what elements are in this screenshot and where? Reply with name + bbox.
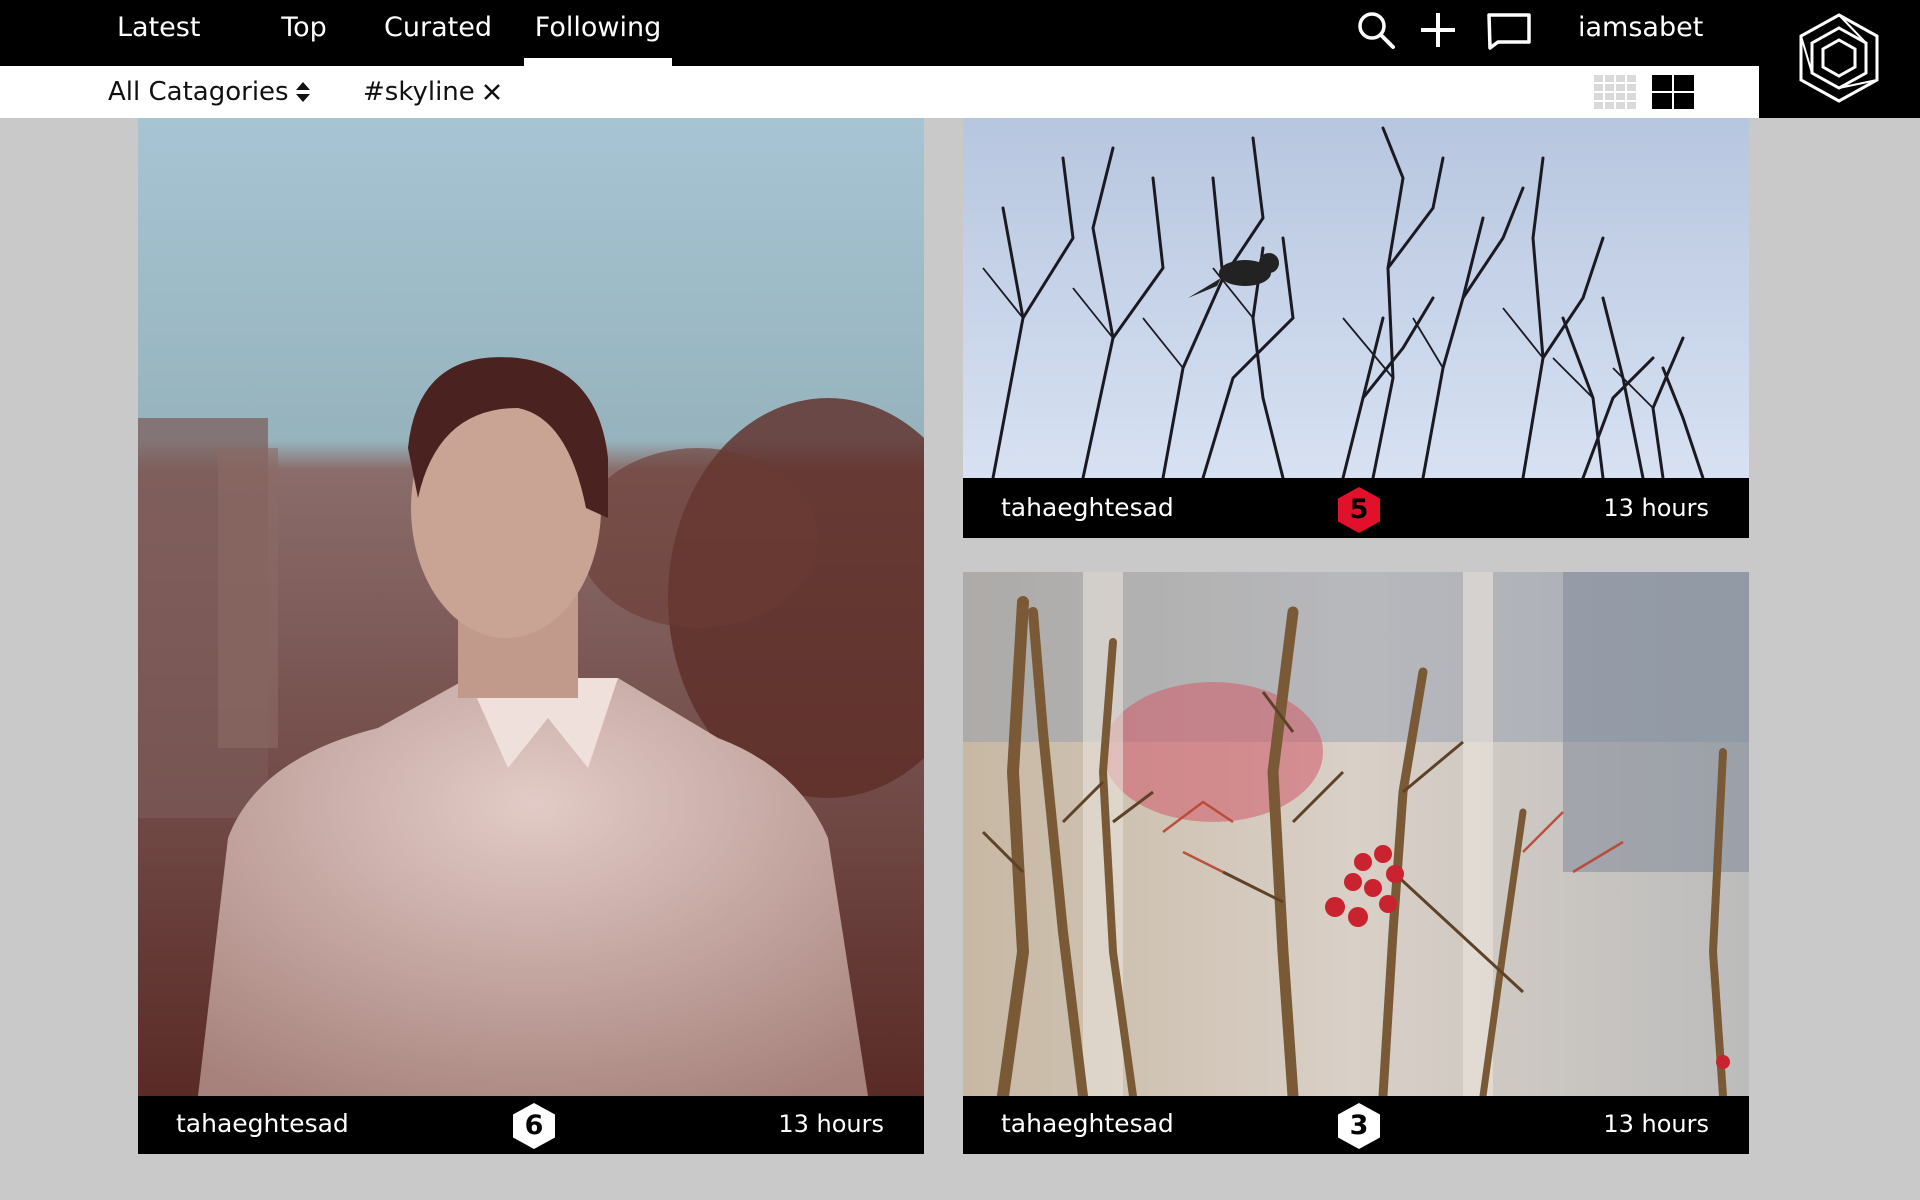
category-select-label: All Catagories <box>108 77 289 107</box>
rating-badge-value: 3 <box>1349 1110 1369 1141</box>
post-card[interactable]: tahaeghtesad 5 13 hours <box>963 118 1749 538</box>
rating-badge[interactable]: 3 <box>1336 1102 1382 1150</box>
post-time: 13 hours <box>1603 1110 1709 1138</box>
message-icon[interactable] <box>1486 10 1531 50</box>
post-card[interactable]: tahaeghtesad 6 13 hours <box>138 118 924 1154</box>
rating-badge[interactable]: 6 <box>511 1102 557 1150</box>
post-image[interactable] <box>963 572 1749 1096</box>
username-link[interactable]: iamsabet <box>1578 0 1703 56</box>
rating-badge-value: 6 <box>524 1110 544 1141</box>
tag-filter-label: #skyline <box>363 77 475 107</box>
post-footer: tahaeghtesad 6 13 hours <box>138 1096 924 1154</box>
post-time: 13 hours <box>1603 494 1709 522</box>
post-time: 13 hours <box>778 1110 884 1138</box>
grid-large-icon[interactable] <box>1652 75 1694 109</box>
sort-arrows-icon <box>295 82 310 102</box>
search-icon[interactable] <box>1356 10 1396 50</box>
tab-latest[interactable]: Latest <box>117 0 200 66</box>
close-icon[interactable] <box>483 83 501 101</box>
tab-curated[interactable]: Curated <box>381 0 495 66</box>
logo-container[interactable] <box>1759 0 1920 118</box>
rating-badge[interactable]: 5 <box>1336 486 1382 534</box>
grid-small-icon[interactable] <box>1594 75 1636 109</box>
post-author[interactable]: tahaeghtesad <box>1001 1096 1174 1152</box>
plus-icon[interactable] <box>1418 10 1458 50</box>
post-image[interactable] <box>138 118 924 1096</box>
category-select[interactable]: All Catagories <box>108 66 311 118</box>
tab-following[interactable]: Following <box>524 0 672 66</box>
post-author[interactable]: tahaeghtesad <box>1001 480 1174 536</box>
post-author[interactable]: tahaeghtesad <box>176 1096 349 1152</box>
tab-top[interactable]: Top <box>278 0 330 66</box>
top-navigation-bar: Latest Top Curated Following iamsabet <box>0 0 1920 66</box>
tag-filter-chip: #skyline <box>363 66 501 118</box>
post-footer: tahaeghtesad 5 13 hours <box>963 480 1749 538</box>
post-card[interactable]: tahaeghtesad 3 13 hours <box>963 572 1749 1154</box>
hexagon-logo-icon <box>1799 13 1879 103</box>
filter-bar: All Catagories #skyline <box>0 66 1759 118</box>
post-image[interactable] <box>963 118 1749 478</box>
post-footer: tahaeghtesad 3 13 hours <box>963 1096 1749 1154</box>
rating-badge-value: 5 <box>1349 494 1369 525</box>
